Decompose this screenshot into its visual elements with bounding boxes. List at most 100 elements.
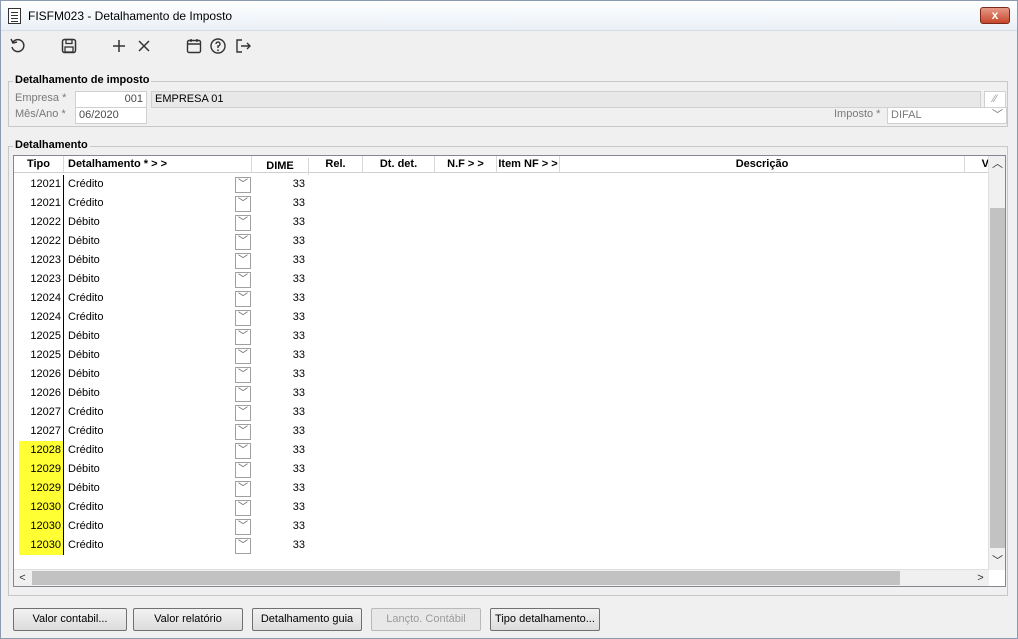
dime-cell[interactable]: 33 [254,251,305,270]
dime-cell[interactable]: 33 [254,175,305,194]
scroll-left-icon[interactable]: < [14,570,31,587]
dime-cell[interactable]: 33 [254,384,305,403]
chevron-down-icon[interactable]: ﹀ [235,405,251,421]
tipo-detalhamento-button[interactable]: Tipo detalhamento... [490,608,600,631]
dime-cell[interactable]: 33 [254,327,305,346]
chevron-down-icon[interactable]: ﹀ [235,443,251,459]
table-row[interactable]: 12024 Crédito ﹀ 33 [14,308,989,327]
tipo-cell[interactable]: 12025 [19,346,63,365]
scroll-down-icon[interactable]: ﹀ [989,553,1006,570]
chevron-down-icon[interactable]: ﹀ [235,348,251,364]
chevron-down-icon[interactable]: ﹀ [235,386,251,402]
table-row[interactable]: 12029 Débito ﹀ 33 [14,460,989,479]
dime-cell[interactable]: 33 [254,536,305,555]
col-v[interactable]: V [965,156,989,173]
table-row[interactable]: 12027 Crédito ﹀ 33 [14,422,989,441]
col-item-nf[interactable]: Item NF > > [497,156,560,173]
dime-cell[interactable]: 33 [254,365,305,384]
tipo-cell[interactable]: 12022 [19,213,63,232]
tipo-cell[interactable]: 12026 [19,365,63,384]
table-row[interactable]: 12030 Crédito ﹀ 33 [14,517,989,536]
chevron-down-icon[interactable]: ﹀ [235,310,251,326]
tipo-cell[interactable]: 12027 [19,403,63,422]
dime-cell[interactable]: 33 [254,422,305,441]
chevron-down-icon[interactable]: ﹀ [235,500,251,516]
dime-cell[interactable]: 33 [254,479,305,498]
table-row[interactable]: 12026 Débito ﹀ 33 [14,365,989,384]
tipo-cell[interactable]: 12024 [19,308,63,327]
imposto-select[interactable]: DIFAL ﹀ [887,107,1007,124]
detalhamento-cell[interactable]: Débito [67,251,237,270]
detalhamento-cell[interactable]: Crédito [67,517,237,536]
scroll-right-icon[interactable]: > [972,570,989,587]
save-icon[interactable] [58,35,80,57]
tipo-cell[interactable]: 12023 [19,270,63,289]
tipo-cell[interactable]: 12021 [19,175,63,194]
tipo-cell[interactable]: 12030 [19,517,63,536]
valor-contabil-button[interactable]: Valor contabil... [13,608,127,631]
tipo-cell[interactable]: 12028 [19,441,63,460]
detalhamento-cell[interactable]: Débito [67,384,237,403]
detalhamento-guia-button[interactable]: Detalhamento guia [252,608,362,631]
refresh-icon[interactable] [7,35,29,57]
table-row[interactable]: 12025 Débito ﹀ 33 [14,327,989,346]
empresa-code-field[interactable]: 001 [75,91,147,108]
dime-cell[interactable]: 33 [254,460,305,479]
dime-cell[interactable]: 33 [254,441,305,460]
detalhamento-cell[interactable]: Crédito [67,289,237,308]
detalhamento-cell[interactable]: Crédito [67,536,237,555]
tipo-cell[interactable]: 12030 [19,498,63,517]
dime-cell[interactable]: 33 [254,289,305,308]
col-rel[interactable]: Rel. [309,156,363,173]
tipo-cell[interactable]: 12029 [19,479,63,498]
tipo-cell[interactable]: 12030 [19,536,63,555]
chevron-down-icon[interactable]: ﹀ [235,253,251,269]
detalhamento-cell[interactable]: Débito [67,460,237,479]
dime-cell[interactable]: 33 [254,213,305,232]
dime-cell[interactable]: 33 [254,194,305,213]
chevron-down-icon[interactable]: ﹀ [235,272,251,288]
dime-cell[interactable]: 33 [254,270,305,289]
detalhamento-cell[interactable]: Débito [67,213,237,232]
detalhamento-cell[interactable]: Crédito [67,308,237,327]
col-nf[interactable]: N.F > > [435,156,497,173]
table-row[interactable]: 12030 Crédito ﹀ 33 [14,498,989,517]
lancto-contabil-button[interactable]: Lançto. Contábil [371,608,481,631]
table-row[interactable]: 12030 Crédito ﹀ 33 [14,536,989,555]
add-icon[interactable] [108,35,130,57]
chevron-down-icon[interactable]: ﹀ [235,367,251,383]
col-tipo[interactable]: Tipo [14,156,64,173]
tipo-cell[interactable]: 12023 [19,251,63,270]
chevron-down-icon[interactable]: ﹀ [235,424,251,440]
table-row[interactable]: 12021 Crédito ﹀ 33 [14,175,989,194]
table-row[interactable]: 12028 Crédito ﹀ 33 [14,441,989,460]
detalhamento-cell[interactable]: Crédito [67,175,237,194]
detalhamento-cell[interactable]: Crédito [67,194,237,213]
col-dime[interactable]: DIME [252,158,309,175]
exit-icon[interactable] [232,35,254,57]
table-row[interactable]: 12023 Débito ﹀ 33 [14,270,989,289]
detalhamento-cell[interactable]: Débito [67,232,237,251]
detalhamento-cell[interactable]: Crédito [67,422,237,441]
table-row[interactable]: 12026 Débito ﹀ 33 [14,384,989,403]
chevron-down-icon[interactable]: ﹀ [235,329,251,345]
chevron-down-icon[interactable]: ﹀ [235,519,251,535]
chevron-down-icon[interactable]: ﹀ [235,291,251,307]
help-icon[interactable] [207,35,229,57]
tipo-cell[interactable]: 12029 [19,460,63,479]
chevron-down-icon[interactable]: ﹀ [235,481,251,497]
detalhamento-cell[interactable]: Débito [67,346,237,365]
dime-cell[interactable]: 33 [254,403,305,422]
detalhamento-cell[interactable]: Débito [67,327,237,346]
tipo-cell[interactable]: 12024 [19,289,63,308]
detalhamento-cell[interactable]: Crédito [67,498,237,517]
chevron-down-icon[interactable]: ﹀ [235,215,251,231]
dime-cell[interactable]: 33 [254,517,305,536]
chevron-down-icon[interactable]: ﹀ [235,538,251,554]
dime-cell[interactable]: 33 [254,346,305,365]
col-dt-det[interactable]: Dt. det. [363,156,435,173]
dime-cell[interactable]: 33 [254,498,305,517]
table-row[interactable]: 12025 Débito ﹀ 33 [14,346,989,365]
calendar-icon[interactable] [183,35,205,57]
detalhamento-cell[interactable]: Débito [67,365,237,384]
